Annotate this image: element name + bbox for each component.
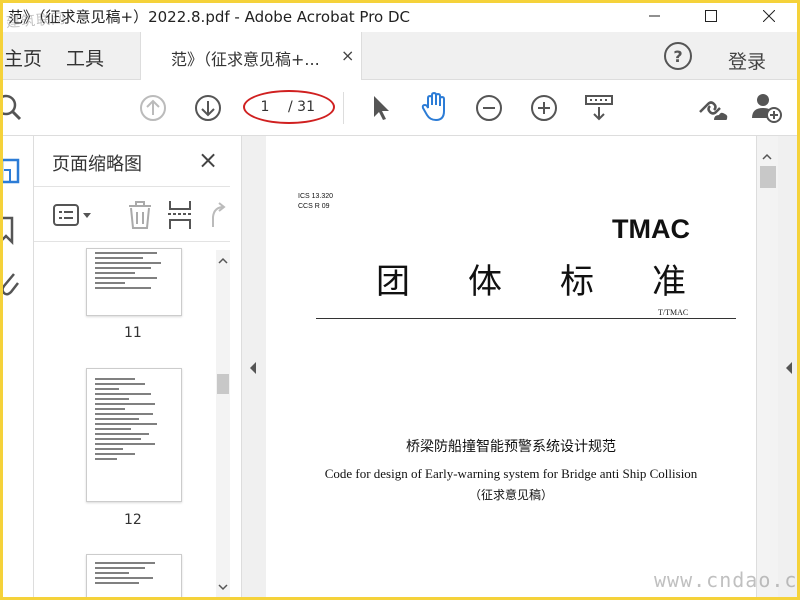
close-icon (763, 10, 775, 22)
rotate-page-icon[interactable] (206, 199, 230, 231)
standard-title-char: 团 (376, 262, 410, 302)
login-button[interactable]: 登录 (728, 47, 766, 74)
next-page-icon[interactable] (193, 93, 223, 123)
draft-note: （征求意见稿） (468, 488, 553, 502)
close-window-button[interactable] (746, 0, 792, 32)
document-title-en: Code for design of Early-warning system … (324, 466, 698, 481)
standard-title-char: 标 (560, 262, 594, 302)
panel-scrollbar[interactable] (216, 250, 230, 600)
toolbar: 1 / 31 (0, 80, 800, 136)
title-bar: 范》（征求意见稿+）2022.8.pdf - Adobe Acrobat Pro… (0, 0, 800, 32)
thumbnail-label: 12 (124, 512, 142, 528)
tab-bar: 主页 工具 范》（征求意见稿+... × ? 登录 (0, 32, 800, 80)
tab-tools[interactable]: 工具 (66, 44, 104, 71)
search-icon[interactable] (0, 92, 26, 122)
collapse-right-icon (786, 362, 792, 374)
standard-number: T/TMAC (658, 308, 689, 317)
document-scroll-thumb[interactable] (760, 166, 776, 188)
scroll-down-icon[interactable] (216, 580, 230, 594)
ics-code: ICS 13.320 CCS R 09 (298, 192, 333, 212)
share-link-icon[interactable] (694, 92, 728, 124)
page-thumbnails-icon[interactable] (0, 156, 24, 186)
watermark-top: 建筑联网 (5, 10, 67, 32)
hand-tool-icon[interactable] (418, 90, 452, 124)
tab-document[interactable]: 范》（征求意见稿+... × (140, 32, 362, 80)
panel-close-button[interactable]: × (198, 146, 218, 174)
page-thumbnails-panel: 页面缩略图 × 11 12 (34, 136, 242, 600)
select-tool-icon[interactable] (368, 92, 392, 122)
help-button[interactable]: ? (664, 42, 692, 70)
standard-title-char: 体 (468, 262, 502, 302)
add-user-icon[interactable] (750, 90, 784, 124)
left-rail (0, 136, 34, 600)
panel-toolbar (34, 186, 230, 242)
previous-page-icon[interactable] (138, 93, 168, 123)
delete-page-icon[interactable] (126, 199, 154, 231)
minimize-button[interactable] (632, 0, 678, 32)
page-fit-icon[interactable] (583, 92, 615, 124)
zoom-in-icon[interactable] (529, 93, 559, 123)
panel-title: 页面缩略图 (52, 154, 142, 175)
watermark-bottom: www.cndao.com (654, 568, 800, 592)
scroll-up-icon[interactable] (757, 150, 777, 164)
thumbnail-options-icon[interactable] (52, 201, 96, 229)
document-scrollbar[interactable] (756, 136, 778, 600)
maximize-icon (705, 10, 717, 22)
standard-title: 团 体 标 准 (376, 254, 686, 303)
expand-right-panel-handle[interactable] (778, 136, 800, 600)
bookmark-icon[interactable] (0, 214, 24, 246)
horizontal-rule (316, 318, 736, 319)
panel-scroll-thumb[interactable] (217, 374, 229, 394)
toolbar-divider (343, 92, 344, 124)
scroll-up-icon[interactable] (216, 254, 230, 268)
maximize-button[interactable] (688, 0, 734, 32)
ics-number: ICS 13.320 (298, 193, 334, 200)
document-page: ICS 13.320 CCS R 09 TMAC 团 体 标 准 T/TMAC … (266, 136, 756, 600)
insert-page-icon[interactable] (166, 199, 194, 231)
thumbnail-page[interactable] (86, 248, 182, 316)
zoom-out-icon[interactable] (474, 93, 504, 123)
document-title-cn: 桥梁防船撞智能预警系统设计规范 (406, 439, 616, 455)
tab-close-button[interactable]: × (341, 46, 354, 65)
thumbnail-page[interactable] (86, 554, 182, 600)
tab-home[interactable]: 主页 (4, 44, 42, 71)
attachment-icon[interactable] (0, 268, 24, 300)
collapse-panel-handle[interactable] (242, 136, 266, 600)
ccs-number: CCS R 09 (298, 203, 330, 210)
standard-title-char: 准 (652, 262, 686, 302)
window-title: 范》（征求意见稿+）2022.8.pdf - Adobe Acrobat Pro… (8, 8, 411, 26)
tab-document-label: 范》（征求意见稿+... (171, 50, 320, 69)
minimize-icon (649, 15, 660, 17)
tmac-heading: TMAC (612, 214, 690, 244)
thumbnail-page[interactable] (86, 368, 182, 502)
page-highlight-oval (243, 90, 335, 124)
thumbnail-label: 11 (124, 325, 142, 341)
collapse-left-icon (250, 362, 256, 374)
